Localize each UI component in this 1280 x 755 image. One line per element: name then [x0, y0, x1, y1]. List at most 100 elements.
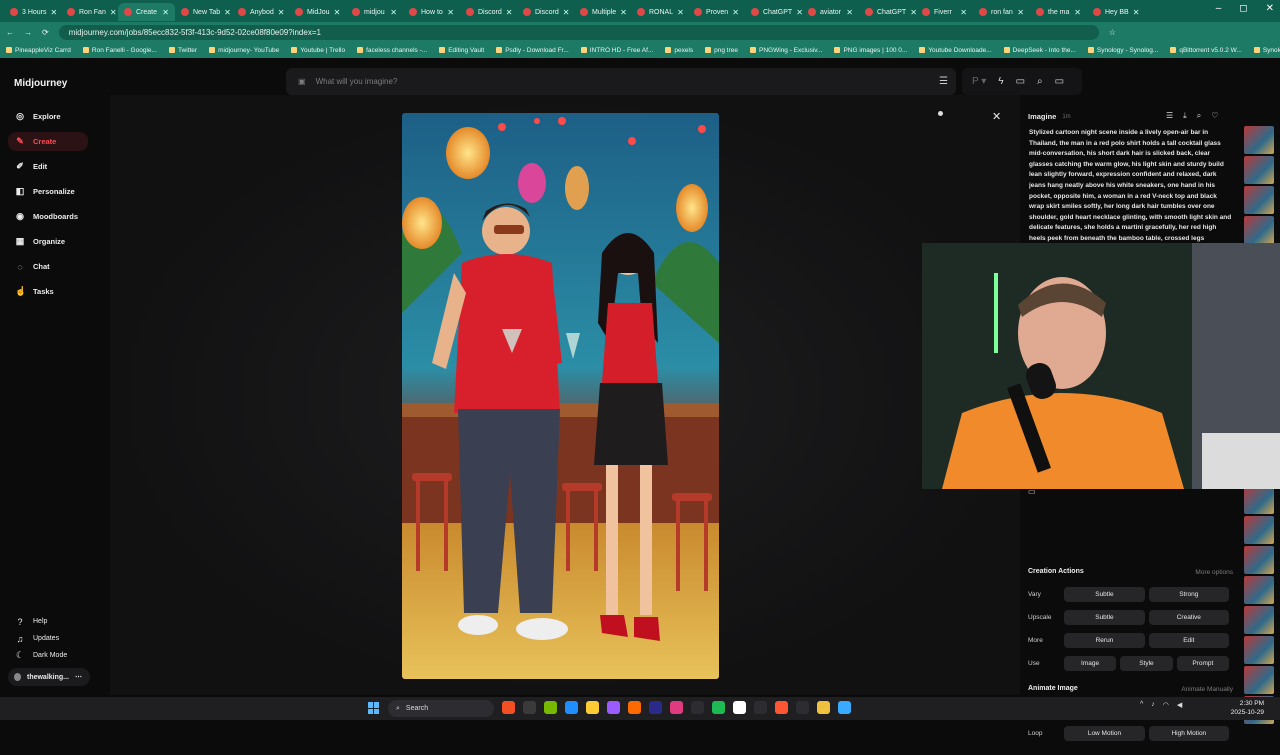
bookmark-item[interactable]: midjourney- YouTube — [209, 47, 279, 54]
animate-manually-link[interactable]: Animate Manually — [1181, 686, 1233, 693]
sidebar-item-personalize[interactable]: ◧ Personalize — [8, 182, 88, 201]
more-edit-button[interactable]: Edit — [1148, 633, 1230, 648]
tab-close-icon[interactable]: ✕ — [1074, 8, 1081, 17]
tab-close-icon[interactable]: ✕ — [334, 8, 341, 17]
minimize-icon[interactable]: – — [1216, 3, 1222, 14]
bookmark-item[interactable]: faceless channels -... — [357, 47, 427, 54]
search-icon[interactable]: ⌕ — [1197, 111, 1201, 121]
bookmark-item[interactable]: Psdly - Download Fr... — [496, 47, 569, 54]
generated-image[interactable] — [402, 113, 719, 679]
bookmark-item[interactable]: Ron Fanelli - Google... — [82, 47, 157, 54]
browser-tab[interactable]: the ma ✕ — [1030, 3, 1087, 21]
bookmark-star-icon[interactable]: ☆ — [1109, 28, 1116, 37]
folder-icon[interactable]: ▭ — [1055, 76, 1064, 87]
more-options-link[interactable]: More options — [1195, 569, 1233, 576]
taskbar-app-icon[interactable] — [670, 701, 683, 714]
tab-close-icon[interactable]: ✕ — [278, 8, 285, 17]
sidebar-item-dark-mode[interactable]: ☾ Dark Mode — [8, 647, 88, 664]
history-thumbnail[interactable] — [1244, 576, 1274, 604]
close-window-icon[interactable]: ✕ — [1266, 3, 1274, 14]
bookmark-item[interactable]: Editing Vault — [439, 47, 484, 54]
app-logo[interactable]: Midjourney — [14, 78, 67, 89]
chevron-up-icon[interactable]: ^ — [1140, 701, 1143, 709]
use-style-button[interactable]: Style — [1120, 656, 1173, 671]
taskbar-app-icon[interactable] — [586, 701, 599, 714]
sidebar-item-organize[interactable]: ▦ Organize — [8, 232, 88, 251]
vary-strong-button[interactable]: Strong — [1148, 587, 1230, 602]
browser-tab[interactable]: Multiple ✕ — [574, 3, 631, 21]
more-icon[interactable]: ⋯ — [75, 673, 82, 681]
tab-close-icon[interactable]: ✕ — [1017, 8, 1024, 17]
browser-tab[interactable]: midjou ✕ — [346, 3, 403, 21]
sidebar-item-moodboards[interactable]: ◉ Moodboards — [8, 207, 88, 226]
browser-tab[interactable]: Ron Fan ✕ — [61, 3, 118, 21]
tab-close-icon[interactable]: ✕ — [620, 8, 627, 17]
use-image-button[interactable]: Image — [1063, 656, 1117, 671]
sidebar-item-edit[interactable]: ✐ Edit — [8, 157, 88, 176]
browser-tab[interactable]: Discord ✕ — [517, 3, 574, 21]
tab-close-icon[interactable]: ✕ — [677, 8, 684, 17]
use-prompt-button[interactable]: Prompt — [1176, 656, 1230, 671]
bookmark-item[interactable]: qBittorrent v5.0.2 W... — [1170, 47, 1242, 54]
bookmark-item[interactable]: Synology - Synolog... — [1087, 47, 1158, 54]
taskbar-clock[interactable]: 2:30 PM 2025-10-29 — [1231, 699, 1264, 717]
taskbar-app-icon[interactable] — [796, 701, 809, 714]
tab-close-icon[interactable]: ✕ — [846, 8, 853, 17]
tab-close-icon[interactable]: ✕ — [563, 8, 570, 17]
tab-close-icon[interactable]: ✕ — [506, 8, 513, 17]
loop-low-motion-button[interactable]: Low Motion — [1064, 726, 1145, 741]
loop-high-motion-button[interactable]: High Motion — [1148, 726, 1230, 741]
history-thumbnail[interactable] — [1244, 156, 1274, 184]
history-thumbnail[interactable] — [1244, 186, 1274, 214]
upscale-subtle-button[interactable]: Subtle — [1064, 610, 1145, 625]
sidebar-item-updates[interactable]: ♫ Updates — [8, 630, 88, 647]
windows-start-icon[interactable] — [368, 702, 380, 714]
bookmark-item[interactable]: png tree — [705, 47, 738, 54]
bookmark-item[interactable]: DeepSeek - Into the... — [1003, 47, 1076, 54]
tab-close-icon[interactable]: ✕ — [51, 8, 58, 17]
personalize-toggle-icon[interactable]: P ▾ — [972, 76, 986, 87]
history-thumbnail[interactable] — [1244, 636, 1274, 664]
image-prompt-icon[interactable]: ▣ — [298, 77, 306, 86]
browser-tab[interactable]: Proven ✕ — [688, 3, 745, 21]
bookmark-item[interactable]: Youtube Downloade... — [919, 47, 992, 54]
browser-tab[interactable]: ron fan ✕ — [973, 3, 1030, 21]
browser-tab[interactable]: 3 Hours ✕ — [4, 3, 61, 21]
tab-close-icon[interactable]: ✕ — [447, 8, 454, 17]
volume-icon[interactable]: ◀ — [1177, 701, 1182, 709]
history-thumbnail[interactable] — [1244, 516, 1274, 544]
maximize-icon[interactable]: ◻ — [1239, 3, 1247, 14]
search-icon[interactable]: ⌕ — [1037, 76, 1043, 87]
sidebar-item-tasks[interactable]: ☝ Tasks — [8, 282, 88, 301]
close-icon[interactable]: ✕ — [992, 110, 1001, 123]
sidebar-item-create[interactable]: ✎ Create — [8, 132, 88, 151]
tab-close-icon[interactable]: ✕ — [110, 8, 117, 17]
sidebar-item-explore[interactable]: ◎ Explore — [8, 107, 88, 126]
browser-tab[interactable]: Hey BB ✕ — [1087, 3, 1144, 21]
forward-icon[interactable]: → — [24, 28, 32, 37]
taskbar-app-icon[interactable] — [733, 701, 746, 714]
history-thumbnail[interactable] — [1244, 126, 1274, 154]
bookmark-item[interactable]: pexels — [665, 47, 693, 54]
speed-icon[interactable]: ϟ — [998, 76, 1003, 87]
history-thumbnail[interactable] — [1244, 486, 1274, 514]
tab-close-icon[interactable]: ✕ — [390, 8, 397, 17]
taskbar-app-icon[interactable] — [607, 701, 620, 714]
browser-tab[interactable]: New Tab ✕ — [175, 3, 232, 21]
taskbar-app-icon[interactable] — [544, 701, 557, 714]
history-thumbnail[interactable] — [1244, 546, 1274, 574]
taskbar-app-icon[interactable] — [628, 701, 641, 714]
vary-subtle-button[interactable]: Subtle — [1064, 587, 1145, 602]
taskbar-app-icon[interactable] — [565, 701, 578, 714]
bookmark-item[interactable]: Twitter — [168, 47, 197, 54]
taskbar-app-icon[interactable] — [523, 701, 536, 714]
sidebar-item-help[interactable]: ? Help — [8, 613, 88, 630]
imagine-bar[interactable]: ▣ What will you imagine? ☰ — [286, 68, 956, 95]
taskbar-search[interactable]: ⌕ Search — [388, 700, 494, 717]
taskbar-app-icon[interactable] — [502, 701, 515, 714]
more-rerun-button[interactable]: Rerun — [1064, 633, 1145, 648]
taskbar-app-icon[interactable] — [775, 701, 788, 714]
browser-tab[interactable]: How to ✕ — [403, 3, 460, 21]
browser-tab[interactable]: Anybod ✕ — [232, 3, 289, 21]
history-thumbnail[interactable] — [1244, 666, 1274, 694]
